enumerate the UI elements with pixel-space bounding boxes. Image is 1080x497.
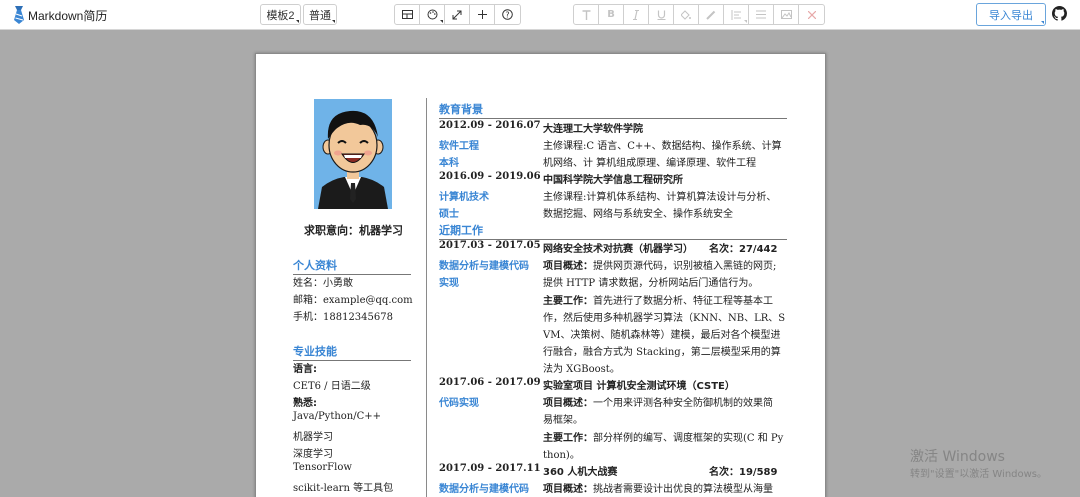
close-icon[interactable] <box>799 5 824 24</box>
edu-school: 中国科学院大学信息工程研究所 <box>543 175 683 186</box>
help-icon[interactable]: ? <box>495 5 520 24</box>
personal-email: 邮箱：example@qq.com <box>293 295 413 306</box>
personal-phone: 手机：18812345678 <box>293 312 393 323</box>
palette-icon[interactable] <box>420 5 445 24</box>
skill-line: 机器学习 <box>293 432 333 443</box>
fullscreen-icon[interactable] <box>445 5 470 24</box>
edu-courses-line: 机网络、计 算机组成原理、编译原理、软件工程 <box>543 158 757 169</box>
edu-courses-line: 主修课程:C 语言、C++、数据结构、操作系统、计算 <box>543 141 782 152</box>
view-tools: ? <box>394 4 521 25</box>
skill-line: 语言: <box>293 364 317 375</box>
align-icon[interactable] <box>724 5 749 24</box>
list-icon[interactable] <box>749 5 774 24</box>
app-title: Markdown简历 <box>28 8 108 23</box>
avatar-illustration <box>314 99 392 209</box>
edu-major: 软件工程 <box>439 141 479 152</box>
education-heading: 教育背景 <box>439 101 787 119</box>
tie-logo-icon <box>13 6 25 24</box>
bold-icon[interactable]: B <box>599 5 624 24</box>
template-select[interactable]: 模板2 <box>260 4 301 25</box>
fill-icon[interactable] <box>674 5 699 24</box>
edu-degree: 硕士 <box>439 209 459 220</box>
personal-info-heading: 个人资料 <box>293 257 411 275</box>
github-icon[interactable] <box>1052 6 1067 21</box>
template-select-label: 模板2 <box>266 9 295 22</box>
caret-icon <box>296 20 299 23</box>
work-date: 2017.06 - 2017.09 <box>439 377 541 388</box>
underline-icon[interactable] <box>649 5 674 24</box>
activation-watermark-title: 激活 Windows <box>910 449 1005 465</box>
caret-icon <box>332 20 335 23</box>
skill-line: Java/Python/C++ <box>293 411 382 422</box>
skills-heading: 专业技能 <box>293 343 411 361</box>
work-detail-line: 项目概述：提供网页源代码，识别被植入黑链的网页; <box>543 261 777 272</box>
work-rank: 名次：19/589 <box>709 467 778 478</box>
work-heading: 近期工作 <box>439 222 787 240</box>
work-detail-line: 法为 XGBoost。 <box>543 364 620 375</box>
work-title: 网络安全技术对抗赛（机器学习） <box>543 244 693 255</box>
work-date: 2017.09 - 2017.11 <box>439 463 541 474</box>
italic-icon[interactable] <box>624 5 649 24</box>
edu-school: 大连理工大学软件学院 <box>543 124 643 135</box>
work-rank: 名次：27/442 <box>709 244 778 255</box>
work-detail-line: 行融合，融合方式为 Stacking，第二层模型采用的算 <box>543 347 781 358</box>
import-export-label: 导入导出 <box>989 9 1033 22</box>
personal-name: 姓名：小勇敢 <box>293 278 353 289</box>
skill-line: 熟悉: <box>293 398 317 409</box>
work-detail-line: 项目概述：挑战者需要设计出优良的算法模型从海量 <box>543 484 773 495</box>
work-tag: 实现 <box>439 278 459 289</box>
edu-date: 2012.09 - 2016.07 <box>439 120 541 131</box>
pen-icon[interactable] <box>699 5 724 24</box>
work-detail-line: 主要工作：首先进行了数据分析、特征工程等基本工 <box>543 296 773 307</box>
column-divider <box>426 98 427 497</box>
import-export-button[interactable]: 导入导出 <box>976 3 1046 26</box>
work-detail-line: 提供 HTTP 请求数据，分析网站后门通信行为。 <box>543 278 759 289</box>
caret-icon <box>1041 21 1044 24</box>
edu-courses-line: 数据挖掘、网络与系统安全、操作系统安全 <box>543 209 733 220</box>
work-detail-line: 易框架。 <box>543 415 583 426</box>
edu-date: 2016.09 - 2019.06 <box>439 171 541 182</box>
style-select[interactable]: 普通 <box>303 4 337 25</box>
top-toolbar: Markdown简历 模板2 普通 ? B 导入导出 <box>0 0 1080 30</box>
edu-degree: 本科 <box>439 158 459 169</box>
work-title: 360 人机大战赛 <box>543 467 618 478</box>
work-title: 实验室项目 计算机安全测试环境（CSTE） <box>543 381 735 392</box>
svg-text:?: ? <box>505 10 509 19</box>
skill-line: scikit-learn 等工具包 <box>293 483 394 494</box>
text-icon[interactable] <box>574 5 599 24</box>
activation-watermark-hint: 转到"设置"以激活 Windows。 <box>910 469 1048 480</box>
layout-icon[interactable] <box>395 5 420 24</box>
work-detail-line: 项目概述：一个用来评测各种安全防御机制的效果简 <box>543 398 773 409</box>
work-detail-line: 主要工作：部分样例的编写、调度框架的实现(C 和 Py <box>543 433 784 444</box>
work-detail-line: 作，然后使用多种机器学习算法（KNN、NB、LR、S <box>543 313 786 324</box>
app-brand[interactable]: Markdown简历 <box>13 5 107 25</box>
work-date: 2017.03 - 2017.05 <box>439 240 541 251</box>
work-tag: 数据分析与建模代码 <box>439 261 529 272</box>
work-detail-line: thon)。 <box>543 450 580 461</box>
work-detail-line: VM、决策树、随机森林等）建模，最后对各个模型进 <box>543 330 781 341</box>
style-select-label: 普通 <box>309 9 331 22</box>
skill-line: TensorFlow <box>293 462 352 473</box>
work-tag: 代码实现 <box>439 398 479 409</box>
skill-line: 深度学习 <box>293 449 333 460</box>
plus-icon[interactable] <box>470 5 495 24</box>
work-tag: 数据分析与建模代码 <box>439 484 529 495</box>
job-intent: 求职意向：机器学习 <box>304 224 403 237</box>
edu-courses-line: 主修课程:计算机体系结构、计算机算法设计与分析、 <box>543 192 777 203</box>
edu-major: 计算机技术 <box>439 192 489 203</box>
skill-line: CET6 / 日语二级 <box>293 381 371 392</box>
format-tools: B <box>573 4 825 25</box>
image-icon[interactable] <box>774 5 799 24</box>
resume-page: 求职意向：机器学习 个人资料 姓名：小勇敢 邮箱：example@qq.com … <box>255 53 826 497</box>
